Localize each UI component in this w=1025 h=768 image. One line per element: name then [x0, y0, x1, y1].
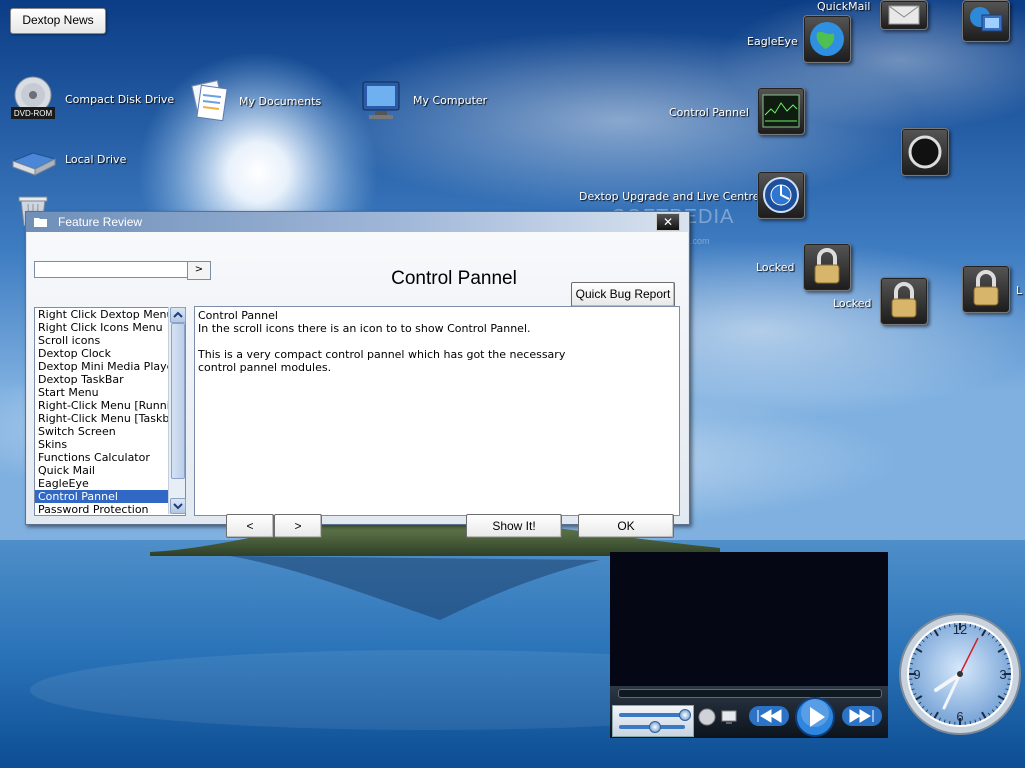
folder-icon	[34, 218, 47, 227]
locked-label-3: L	[1016, 284, 1023, 297]
dvd-drive-icon: DVD-ROM	[9, 75, 57, 123]
volume-knob[interactable]	[679, 709, 691, 721]
video-screen	[610, 552, 888, 686]
player-controls	[610, 686, 888, 738]
seek-bar[interactable]	[618, 689, 882, 698]
my-documents-label: My Documents	[239, 94, 322, 108]
my-computer-label: My Computer	[413, 93, 488, 107]
features-list-scrollbar[interactable]	[168, 307, 186, 514]
clock-number: 12	[953, 622, 967, 637]
feature-list-item[interactable]: EagleEye	[35, 477, 185, 490]
features-list[interactable]: Right Click Dextop Menu Right Click Icons…	[34, 307, 186, 516]
locked-label-2: Locked	[833, 297, 872, 310]
locked-label-1: Locked	[756, 261, 795, 274]
feature-search-input[interactable]	[34, 261, 190, 278]
feature-list-item[interactable]: Start Menu	[35, 386, 185, 399]
description-text: In the scroll icons there is an icon to …	[198, 322, 531, 335]
padlock-icon[interactable]	[962, 265, 1010, 313]
clock-number: 3	[999, 667, 1006, 682]
volume-panel	[612, 705, 694, 737]
search-go-button[interactable]: >	[187, 261, 211, 280]
feature-list-item[interactable]: Right-Click Menu [Running	[35, 399, 185, 412]
feature-heading: Control Pannel	[391, 268, 517, 289]
upgrade-live-centre-icon[interactable]	[757, 171, 805, 219]
window-title: Feature Review	[58, 215, 143, 229]
feature-list-item[interactable]: Scroll icons	[35, 334, 185, 347]
dextop-upgrade-label: Dextop Upgrade and Live Centre	[579, 190, 760, 203]
feature-list-item[interactable]: Right Click Dextop Menu	[35, 308, 185, 321]
dextop-clock[interactable]: 12 3 6 9	[898, 612, 1022, 736]
quickmail-label: QuickMail	[817, 0, 871, 13]
balance-knob[interactable]	[649, 721, 661, 733]
feature-list-item[interactable]: Right Click Icons Menu	[35, 321, 185, 334]
quick-bug-report-button[interactable]: Quick Bug Report	[571, 282, 675, 307]
computer-icon	[358, 76, 406, 124]
quickmail-envelope-icon[interactable]	[880, 0, 928, 30]
feature-list-item[interactable]: Skins	[35, 438, 185, 451]
compact-disk-drive-label: Compact Disk Drive	[65, 92, 175, 106]
eagleeye-label: EagleEye	[747, 35, 798, 48]
feature-review-window: Feature Review ✕ > Control Pannel Quick …	[25, 211, 690, 538]
network-computer-icon[interactable]	[962, 0, 1010, 42]
documents-icon	[185, 77, 233, 125]
volume-slider[interactable]	[619, 713, 685, 717]
compact-disk-drive-icon-item[interactable]: DVD-ROM Compact Disk Drive	[9, 75, 174, 123]
clock-number: 9	[913, 667, 920, 682]
screen-icon[interactable]	[720, 709, 738, 725]
mini-media-player	[610, 552, 888, 738]
window-body: > Control Pannel Quick Bug Report Right …	[27, 232, 688, 538]
eagleeye-globe-icon[interactable]	[803, 15, 851, 63]
feature-list-item[interactable]: Dextop Mini Media Player	[35, 360, 185, 373]
feature-list-item[interactable]: Functions Calculator	[35, 451, 185, 464]
description-text: This is a very compact control pannel wh…	[198, 348, 566, 361]
mute-icon[interactable]	[697, 707, 717, 727]
ok-button[interactable]: OK	[578, 514, 674, 538]
play-icon[interactable]	[794, 696, 836, 738]
local-drive-label: Local Drive	[65, 152, 127, 166]
local-drive-icon-item[interactable]: Local Drive	[9, 135, 126, 183]
hard-drive-icon	[9, 135, 57, 183]
control-pannel-icon[interactable]	[757, 87, 805, 135]
feature-list-item[interactable]: Dextop TaskBar	[35, 373, 185, 386]
feature-list-item[interactable]: Password Protection	[35, 503, 185, 515]
show-it-button[interactable]: Show It!	[466, 514, 562, 538]
feature-list-item[interactable]: Switch Screen	[35, 425, 185, 438]
close-icon[interactable]: ✕	[656, 213, 680, 231]
feature-list-item[interactable]: Right-Click Menu [Taskbar	[35, 412, 185, 425]
dextop-news-button[interactable]: Dextop News	[10, 8, 106, 34]
feature-list-item[interactable]: Control Pannel	[35, 490, 185, 503]
description-title: Control Pannel	[198, 309, 278, 322]
dvd-rom-badge: DVD-ROM	[14, 109, 53, 118]
previous-button[interactable]: <	[226, 514, 274, 538]
rewind-icon[interactable]	[749, 706, 789, 726]
description-text: control pannel modules.	[198, 361, 332, 374]
my-documents-icon-item[interactable]: My Documents	[185, 77, 321, 125]
padlock-icon[interactable]	[803, 243, 851, 291]
window-titlebar[interactable]: Feature Review ✕	[26, 212, 689, 232]
power-ring-icon[interactable]	[901, 128, 949, 176]
scroll-down-icon[interactable]	[170, 498, 186, 514]
next-button[interactable]: >	[274, 514, 322, 538]
control-pannel-label: Control Pannel	[669, 106, 749, 119]
feature-list-item[interactable]: Quick Mail	[35, 464, 185, 477]
scroll-thumb[interactable]	[171, 323, 185, 479]
padlock-icon[interactable]	[880, 277, 928, 325]
feature-list-item[interactable]: Dextop Clock	[35, 347, 185, 360]
fast-forward-icon[interactable]	[842, 706, 882, 726]
clock-number: 6	[956, 709, 963, 724]
feature-description: Control Pannel In the scroll icons there…	[194, 306, 680, 516]
scroll-up-icon[interactable]	[170, 307, 186, 323]
my-computer-icon-item[interactable]: My Computer	[358, 76, 487, 124]
